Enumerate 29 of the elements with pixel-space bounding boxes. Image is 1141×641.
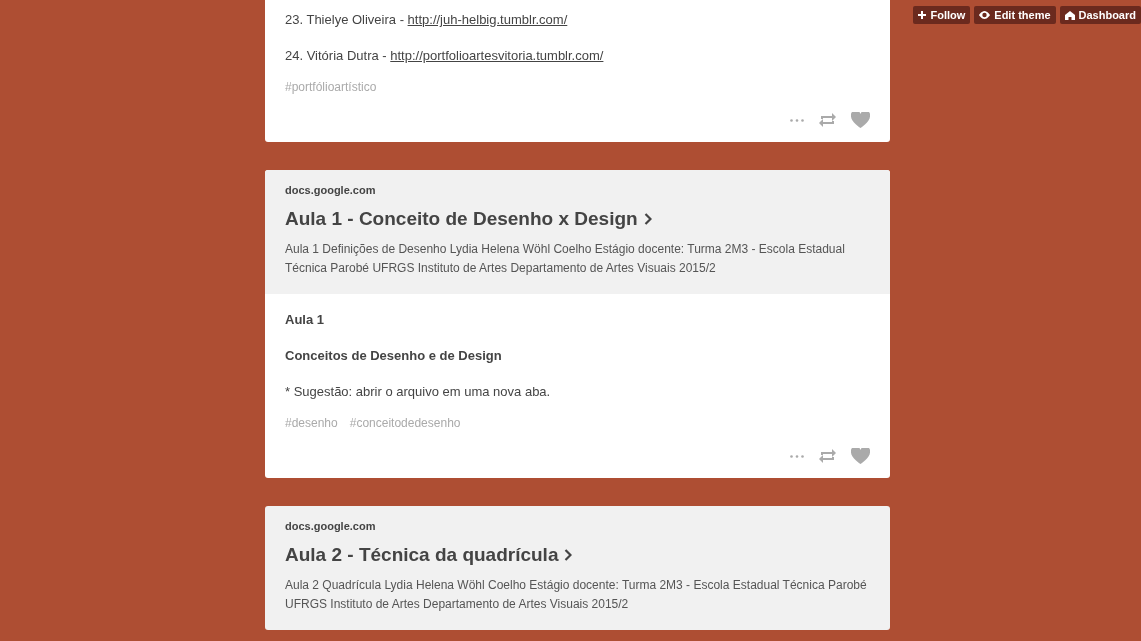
post-paragraph: 23. Thielye Oliveira - http://juh-helbig.tumblr.com/	[285, 12, 569, 28]
more-icon[interactable]	[790, 454, 804, 458]
post-paragraph: Conceitos de Desenho e de Design	[285, 348, 503, 364]
reblog-icon[interactable]	[818, 112, 837, 128]
link-description: Aula 2 Quadrícula Lydia Helena Wöhl Coelho Estágio docente: Turma 2M3 - Escola Estadual Técnica Parobé UFRGS Instituto de Artes Departamento de Artes Visuais 2015/2	[285, 577, 868, 613]
post-paragraph: Aula 1	[285, 312, 325, 328]
link-title[interactable]: Aula 2 - Técnica da quadrícula	[285, 544, 870, 566]
home-icon	[1064, 10, 1075, 20]
plus-icon	[918, 11, 927, 19]
link-preview[interactable]	[265, 170, 890, 294]
post-paragraph: * Sugestão: abrir o arquivo em uma nova aba.	[285, 384, 552, 400]
eye-icon	[979, 11, 991, 19]
heart-icon[interactable]	[851, 448, 870, 464]
post-link[interactable]: http://portfolioartesvitoria.tumblr.com/	[390, 48, 604, 63]
link-description: Aula 1 Definições de Desenho Lydia Helena Wöhl Coelho Estágio docente: Turma 2M3 - Escola Estadual Técnica Parobé UFRGS Instituto de Artes Departamento de Artes Visuais 2015/2	[285, 241, 846, 277]
link-source: docs.google.com	[285, 520, 377, 532]
post-paragraph: 24. Vitória Dutra - http://portfolioartesvitoria.tumblr.com/	[285, 48, 605, 64]
chevron-icon	[643, 213, 652, 225]
link-source: docs.google.com	[285, 184, 377, 196]
post-link[interactable]: http://juh-helbig.tumblr.com/	[407, 12, 568, 27]
link-title[interactable]: Aula 1 - Conceito de Desenho x Design	[285, 208, 870, 230]
heart-icon[interactable]	[851, 112, 870, 128]
link-preview[interactable]	[265, 506, 890, 630]
reblog-icon[interactable]	[818, 448, 837, 464]
edit-button[interactable]: Edit theme	[974, 6, 1056, 24]
more-icon[interactable]	[790, 118, 804, 122]
dashboard-button[interactable]: Dashboard	[1059, 6, 1141, 24]
follow-button[interactable]: Follow	[913, 6, 971, 24]
chevron-icon	[564, 549, 573, 561]
